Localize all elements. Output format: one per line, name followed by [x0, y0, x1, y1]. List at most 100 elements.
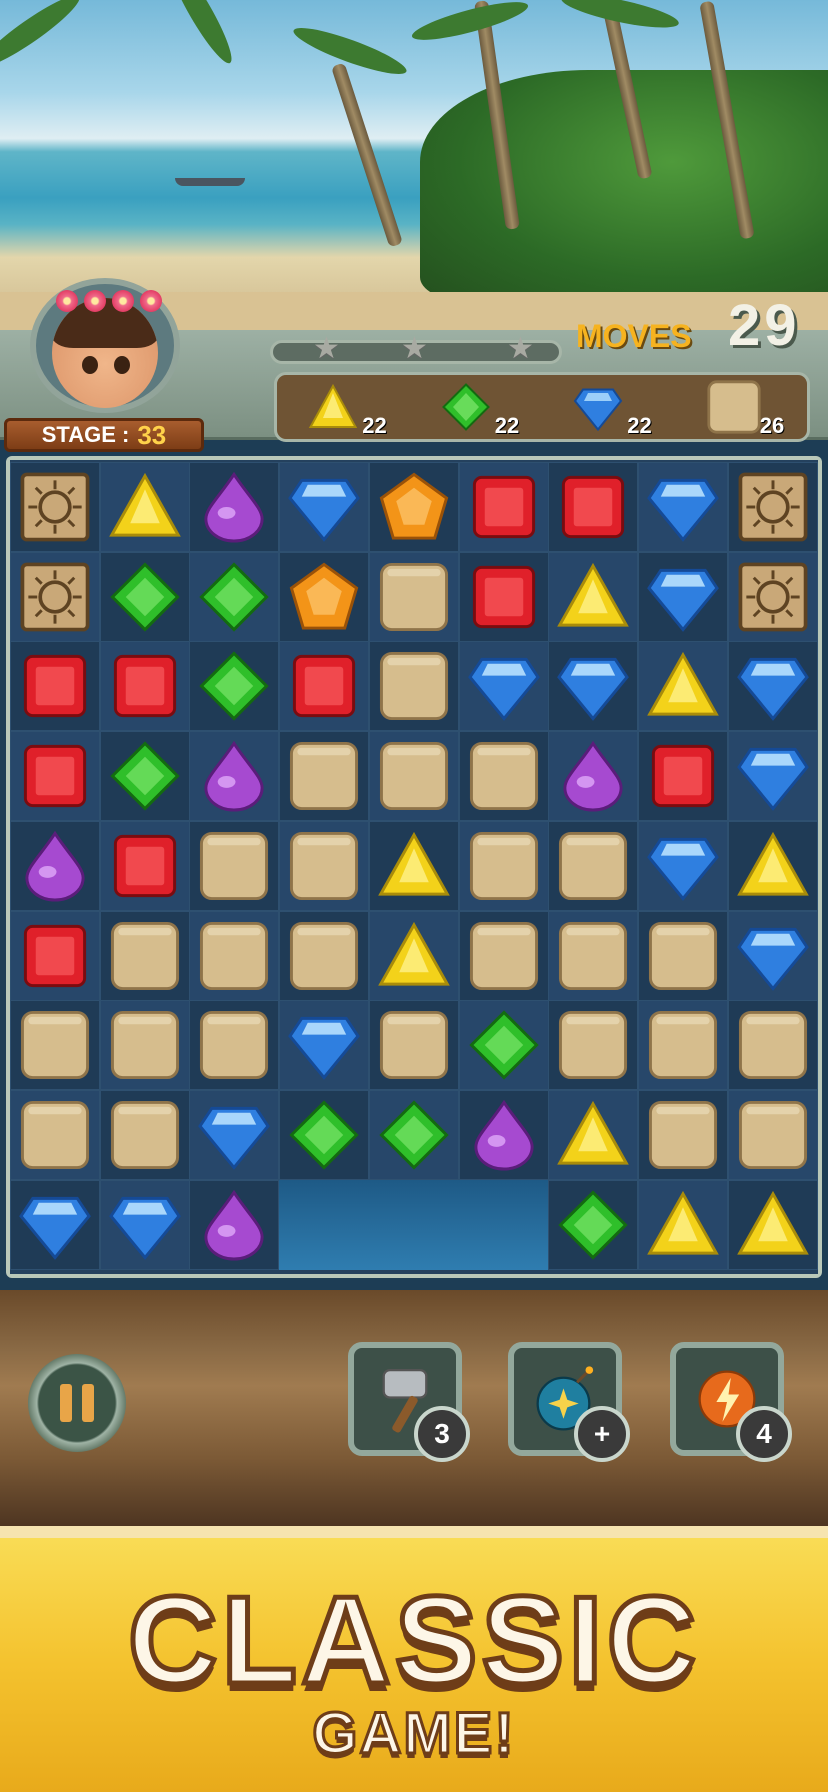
sand-block-icon — [290, 831, 359, 900]
sand-block-cell[interactable] — [637, 1089, 728, 1180]
purple-gem-cell[interactable] — [189, 462, 280, 552]
yellow-gem-cell[interactable] — [727, 820, 818, 911]
yellow-gem-cell[interactable] — [637, 1179, 728, 1270]
goal-count: 22 — [494, 413, 520, 438]
green-gem-cell[interactable] — [189, 551, 280, 642]
sand-block-cell[interactable] — [458, 820, 549, 911]
sand-block-icon — [469, 831, 538, 900]
red-gem-cell[interactable] — [99, 820, 190, 911]
stage-label: STAGE : — [41, 422, 130, 447]
purple-gem-cell[interactable] — [10, 820, 100, 911]
carved-stone-block-cell[interactable] — [10, 551, 100, 642]
orange-gem-cell[interactable] — [368, 462, 459, 552]
sand-block-cell[interactable] — [189, 1000, 280, 1091]
blue-gem-cell[interactable] — [637, 551, 728, 642]
blue-gem-cell[interactable] — [548, 641, 639, 732]
sand-block-cell[interactable] — [368, 641, 459, 732]
sand-block-cell[interactable] — [10, 1089, 100, 1180]
red-gem-cell[interactable] — [10, 910, 100, 1001]
sand-block-cell[interactable] — [99, 1089, 190, 1180]
pause-button[interactable] — [28, 1354, 126, 1452]
carved-stone-block-cell[interactable] — [10, 462, 100, 552]
purple-gem-cell[interactable] — [189, 731, 280, 822]
sand-block-cell[interactable] — [458, 910, 549, 1001]
blue-gem-cell[interactable] — [637, 462, 728, 552]
sand-block-icon — [648, 1100, 717, 1169]
bomb-booster-button[interactable]: + — [508, 1342, 630, 1462]
red-gem-cell[interactable] — [279, 641, 370, 732]
sand-block-cell[interactable] — [368, 1000, 459, 1091]
hammer-booster-button[interactable]: 3 — [348, 1342, 470, 1462]
sand-block-cell[interactable] — [10, 1000, 100, 1091]
yellow-gem-icon — [557, 1100, 630, 1165]
blue-gem-cell[interactable] — [10, 1179, 100, 1270]
sand-block-cell[interactable] — [279, 820, 370, 911]
yellow-gem-cell[interactable] — [368, 820, 459, 911]
green-gem-cell[interactable] — [548, 1179, 639, 1270]
red-gem-icon — [23, 745, 87, 808]
blue-gem-cell[interactable] — [727, 910, 818, 1001]
red-gem-cell[interactable] — [10, 731, 100, 822]
sand-block-cell[interactable] — [189, 910, 280, 1001]
blue-gem-cell[interactable] — [99, 1179, 190, 1270]
sand-block-cell[interactable] — [99, 910, 190, 1001]
sand-block-icon — [738, 1011, 807, 1080]
stage-number: 33 — [137, 419, 167, 450]
blue-gem-cell[interactable] — [727, 731, 818, 822]
green-gem-icon — [110, 562, 180, 632]
sand-block-cell[interactable] — [279, 731, 370, 822]
yellow-gem-cell[interactable] — [368, 910, 459, 1001]
sand-block-cell[interactable] — [99, 1000, 190, 1091]
blue-gem-cell[interactable] — [279, 1000, 370, 1091]
blue-gem-icon — [19, 1196, 91, 1260]
yellow-gem-cell[interactable] — [548, 551, 639, 642]
red-gem-cell[interactable] — [637, 731, 728, 822]
sand-block-cell[interactable] — [279, 910, 370, 1001]
sand-block-cell[interactable] — [727, 1000, 818, 1091]
blue-gem-cell[interactable] — [727, 641, 818, 732]
green-gem-cell[interactable] — [368, 1089, 459, 1180]
sand-block-cell[interactable] — [458, 731, 549, 822]
sand-block-cell[interactable] — [189, 820, 280, 911]
blue-gem-cell[interactable] — [279, 462, 370, 552]
carved-stone-block-cell[interactable] — [727, 551, 818, 642]
sand-block-cell[interactable] — [637, 1000, 728, 1091]
sand-block-icon — [559, 831, 628, 900]
red-gem-cell[interactable] — [10, 641, 100, 732]
green-gem-cell[interactable] — [279, 1089, 370, 1180]
sand-block-cell[interactable] — [637, 910, 728, 1001]
yellow-gem-cell[interactable] — [99, 462, 190, 552]
sand-block-cell[interactable] — [727, 1089, 818, 1180]
sand-block-icon — [559, 1011, 628, 1080]
yellow-gem-cell[interactable] — [637, 641, 728, 732]
green-gem-cell[interactable] — [99, 731, 190, 822]
blue-gem-cell[interactable] — [637, 820, 728, 911]
sand-block-icon — [200, 921, 269, 990]
purple-gem-cell[interactable] — [458, 1089, 549, 1180]
yellow-gem-cell[interactable] — [727, 1179, 818, 1270]
red-gem-cell[interactable] — [458, 551, 549, 642]
orange-gem-cell[interactable] — [279, 551, 370, 642]
pause-icon — [60, 1384, 72, 1422]
sand-block-icon — [738, 1100, 807, 1169]
red-gem-cell[interactable] — [458, 462, 549, 552]
sand-block-cell[interactable] — [548, 910, 639, 1001]
red-gem-cell[interactable] — [99, 641, 190, 732]
red-gem-cell[interactable] — [548, 462, 639, 552]
green-gem-cell[interactable] — [99, 551, 190, 642]
carved-stone-block-cell[interactable] — [727, 462, 818, 552]
blue-gem-icon — [288, 1017, 360, 1081]
sand-block-cell[interactable] — [548, 820, 639, 911]
lightning-booster-button[interactable]: 4 — [670, 1342, 792, 1462]
blue-gem-cell[interactable] — [189, 1089, 280, 1180]
green-gem-cell[interactable] — [189, 641, 280, 732]
yellow-gem-cell[interactable] — [548, 1089, 639, 1180]
green-gem-cell[interactable] — [458, 1000, 549, 1091]
purple-gem-cell[interactable] — [548, 731, 639, 822]
sand-block-cell[interactable] — [368, 731, 459, 822]
sand-block-cell[interactable] — [368, 551, 459, 642]
purple-gem-cell[interactable] — [189, 1179, 280, 1270]
star-icon: ★ — [401, 331, 428, 366]
sand-block-cell[interactable] — [548, 1000, 639, 1091]
blue-gem-cell[interactable] — [458, 641, 549, 732]
